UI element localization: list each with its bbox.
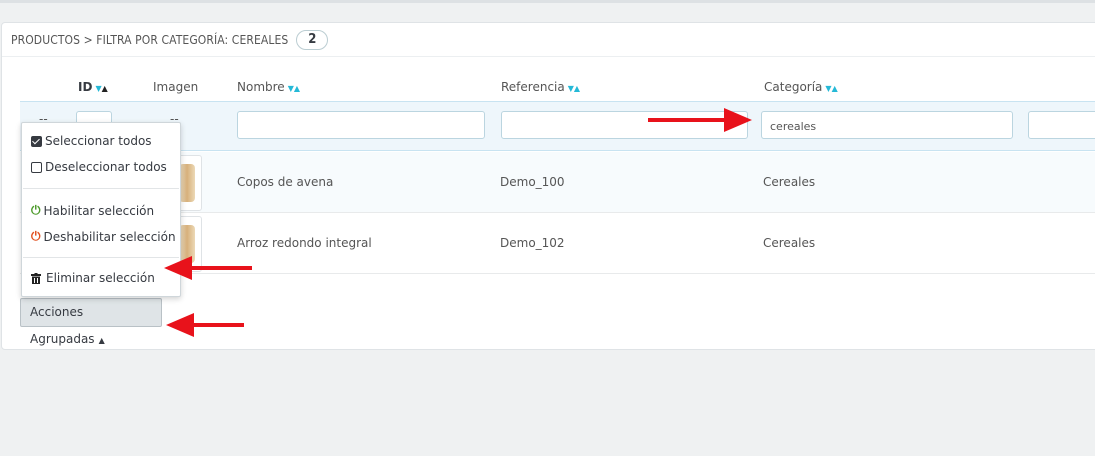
caret-up-icon: ▲ (98, 336, 105, 345)
product-category: Cereales (763, 236, 816, 250)
product-reference: Demo_100 (500, 175, 565, 189)
bulk-actions-label: Acciones Agrupadas (30, 305, 95, 346)
power-off-icon: ⏻ (31, 229, 41, 243)
annotation-arrow-left-icon (166, 313, 244, 337)
product-name: Copos de avena (237, 175, 334, 189)
column-header-image: Imagen (153, 80, 199, 94)
menu-item-label: Habilitar selección (43, 203, 155, 218)
menu-divider (23, 188, 179, 189)
product-count-badge: 2 (296, 29, 329, 50)
menu-item-label: Eliminar selección (46, 271, 155, 285)
column-header-name[interactable]: Nombre ▼▲ (237, 80, 300, 94)
bulk-actions-menu: Seleccionar todos Deseleccionar todos ⏻ … (21, 122, 181, 297)
column-label-id: ID (78, 80, 93, 94)
column-header-category[interactable]: Categoría ▼▲ (764, 80, 838, 94)
product-name: Arroz redondo integral (237, 236, 372, 250)
extra-filter-input[interactable] (1028, 111, 1095, 139)
menu-divider (23, 257, 179, 258)
category-filter-input[interactable]: cereales (761, 111, 1013, 139)
checked-checkbox-icon (31, 135, 42, 147)
unchecked-checkbox-icon (31, 161, 42, 173)
annotation-arrow-left-icon (164, 256, 252, 280)
column-label-name: Nombre (237, 80, 285, 94)
filter-row: -- -- cereales (20, 101, 1095, 151)
menu-item-select-all[interactable]: Seleccionar todos (31, 134, 152, 148)
product-category: Cereales (763, 175, 816, 189)
table-row[interactable]: Copos de avena Demo_100 Cereales (20, 152, 1095, 213)
sort-asc-icon[interactable]: ▲ (832, 84, 838, 93)
power-on-icon: ⏻ (31, 203, 41, 217)
column-header-id[interactable]: ID ▼▲ (78, 80, 108, 94)
top-border (0, 0, 1095, 3)
annotation-arrow-right-icon (648, 108, 752, 132)
column-label-category: Categoría (764, 80, 823, 94)
name-filter-input[interactable] (237, 111, 485, 139)
menu-item-deselect-all[interactable]: Deseleccionar todos (31, 160, 167, 174)
product-reference: Demo_102 (500, 236, 565, 250)
sort-asc-icon[interactable]: ▲ (294, 84, 300, 93)
trash-icon (31, 272, 41, 284)
column-header-reference[interactable]: Referencia ▼▲ (501, 80, 580, 94)
panel-header: PRODUCTOS > FILTRA POR CATEGORÍA: CEREAL… (2, 23, 1095, 57)
panel-title: PRODUCTOS > FILTRA POR CATEGORÍA: CEREAL… (11, 32, 289, 47)
menu-item-label: Seleccionar todos (45, 134, 152, 148)
menu-item-label: Deseleccionar todos (45, 160, 167, 174)
column-label-reference: Referencia (501, 80, 565, 94)
sort-asc-icon[interactable]: ▲ (574, 84, 580, 93)
sort-asc-icon[interactable]: ▲ (102, 84, 108, 93)
menu-item-label: Deshabilitar selección (43, 229, 176, 244)
menu-item-disable-selection[interactable]: ⏻ Deshabilitar selección (31, 229, 176, 244)
menu-item-delete-selection[interactable]: Eliminar selección (31, 271, 155, 285)
menu-item-enable-selection[interactable]: ⏻ Habilitar selección (31, 203, 154, 218)
bulk-actions-button[interactable]: Acciones Agrupadas ▲ (20, 298, 162, 346)
